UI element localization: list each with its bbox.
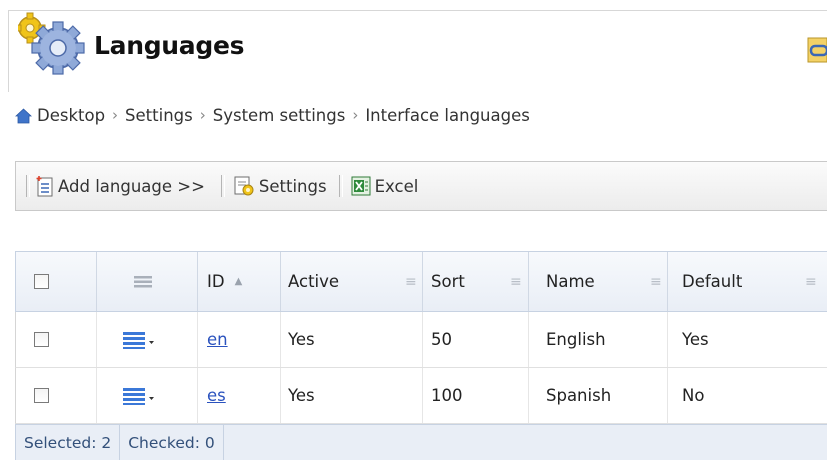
toolbar-separator xyxy=(338,175,343,197)
breadcrumb-system-settings[interactable]: System settings xyxy=(213,106,346,125)
add-document-icon xyxy=(36,176,53,197)
page-title: Languages xyxy=(94,31,245,60)
sort-ascending-icon: ▲ xyxy=(234,276,243,287)
select-all-cell xyxy=(34,252,49,311)
column-divider xyxy=(96,252,97,311)
breadcrumb-settings[interactable]: Settings xyxy=(125,106,193,125)
column-divider xyxy=(528,252,529,311)
excel-label: Excel xyxy=(374,176,419,196)
toolbar: Add language >> Settings Excel xyxy=(15,161,827,211)
column-header-name-label: Name xyxy=(546,272,595,291)
column-menu-icon[interactable]: ≡ xyxy=(805,252,817,311)
row-menu-icon xyxy=(123,331,154,349)
breadcrumb-separator: › xyxy=(352,106,359,124)
breadcrumb: Desktop › Settings › System settings › I… xyxy=(15,103,530,127)
actions-header[interactable] xyxy=(134,252,152,311)
column-divider xyxy=(422,252,423,311)
table-row[interactable]: en Yes 50 English Yes xyxy=(15,312,827,368)
add-language-button[interactable]: Add language >> xyxy=(36,175,205,197)
cell-sort: 100 xyxy=(431,386,463,405)
breadcrumb-desktop[interactable]: Desktop xyxy=(37,106,105,125)
column-divider xyxy=(197,368,198,423)
column-divider xyxy=(280,312,281,367)
column-divider xyxy=(197,312,198,367)
breadcrumb-separator: › xyxy=(199,106,206,124)
row-actions-menu[interactable] xyxy=(123,368,155,423)
cell-id: es xyxy=(207,368,226,423)
language-id-link[interactable]: es xyxy=(207,386,226,405)
cell-id: en xyxy=(207,312,228,367)
column-divider xyxy=(667,312,668,367)
cell-active: Yes xyxy=(288,330,315,349)
header-border-top xyxy=(8,10,827,11)
cell-default: No xyxy=(682,386,705,405)
column-divider xyxy=(528,312,529,367)
column-menu-icon[interactable]: ≡ xyxy=(510,252,522,311)
toolbar-separator xyxy=(220,175,225,197)
row-checkbox-cell xyxy=(34,368,49,423)
column-header-id-label: ID xyxy=(207,272,225,291)
settings-button[interactable]: Settings xyxy=(233,175,327,197)
column-menu-icon[interactable]: ≡ xyxy=(650,252,662,311)
column-header-default[interactable]: Default xyxy=(682,252,742,311)
excel-icon xyxy=(351,176,371,196)
cell-active: Yes xyxy=(288,386,315,405)
column-divider xyxy=(528,368,529,423)
page-header: Languages xyxy=(0,0,827,92)
row-checkbox[interactable] xyxy=(34,388,49,403)
column-header-name[interactable]: Name xyxy=(546,252,595,311)
select-all-checkbox[interactable] xyxy=(34,274,49,289)
column-divider xyxy=(96,312,97,367)
column-divider xyxy=(280,252,281,311)
table-row[interactable]: es Yes 100 Spanish No xyxy=(15,368,827,424)
gears-icon xyxy=(18,12,85,75)
column-divider xyxy=(422,368,423,423)
add-language-label: Add language >> xyxy=(58,176,205,196)
settings-label: Settings xyxy=(258,176,327,196)
header-border-left xyxy=(8,10,9,92)
grid-footer: Selected: 2 Checked: 0 xyxy=(15,424,827,460)
column-header-id[interactable]: ID ▲ xyxy=(207,252,242,311)
settings-icon xyxy=(234,176,254,196)
cell-default: Yes xyxy=(682,330,709,349)
column-header-sort-label: Sort xyxy=(431,272,465,291)
selected-count: Selected: 2 xyxy=(16,425,121,460)
column-divider xyxy=(96,368,97,423)
cell-sort: 50 xyxy=(431,330,452,349)
row-menu-icon xyxy=(123,387,154,405)
column-header-default-label: Default xyxy=(682,272,743,291)
column-divider xyxy=(197,252,198,311)
link-icon[interactable] xyxy=(806,35,827,65)
column-menu-icon[interactable]: ≡ xyxy=(405,252,417,311)
column-header-active-label: Active xyxy=(288,272,340,291)
cell-name: English xyxy=(546,330,606,349)
row-checkbox[interactable] xyxy=(34,332,49,347)
grid-header: ID ▲ Active ≡ Sort ≡ Name ≡ Default ≡ xyxy=(15,251,827,312)
excel-button[interactable]: Excel xyxy=(351,176,419,196)
column-divider xyxy=(280,368,281,423)
row-checkbox-cell xyxy=(34,312,49,367)
toolbar-separator xyxy=(26,175,30,197)
language-id-link[interactable]: en xyxy=(207,330,228,349)
breadcrumb-separator: › xyxy=(112,106,119,124)
row-actions-menu[interactable] xyxy=(123,312,155,367)
checked-count: Checked: 0 xyxy=(120,425,224,460)
list-icon xyxy=(134,275,152,287)
column-header-sort[interactable]: Sort xyxy=(431,252,465,311)
languages-grid: ID ▲ Active ≡ Sort ≡ Name ≡ Default ≡ en… xyxy=(15,251,827,460)
column-divider xyxy=(667,252,668,311)
column-divider xyxy=(667,368,668,423)
breadcrumb-interface-languages: Interface languages xyxy=(365,105,530,125)
column-header-active[interactable]: Active xyxy=(288,252,339,311)
cell-name: Spanish xyxy=(546,386,612,405)
home-icon xyxy=(15,107,32,123)
column-divider xyxy=(422,312,423,367)
